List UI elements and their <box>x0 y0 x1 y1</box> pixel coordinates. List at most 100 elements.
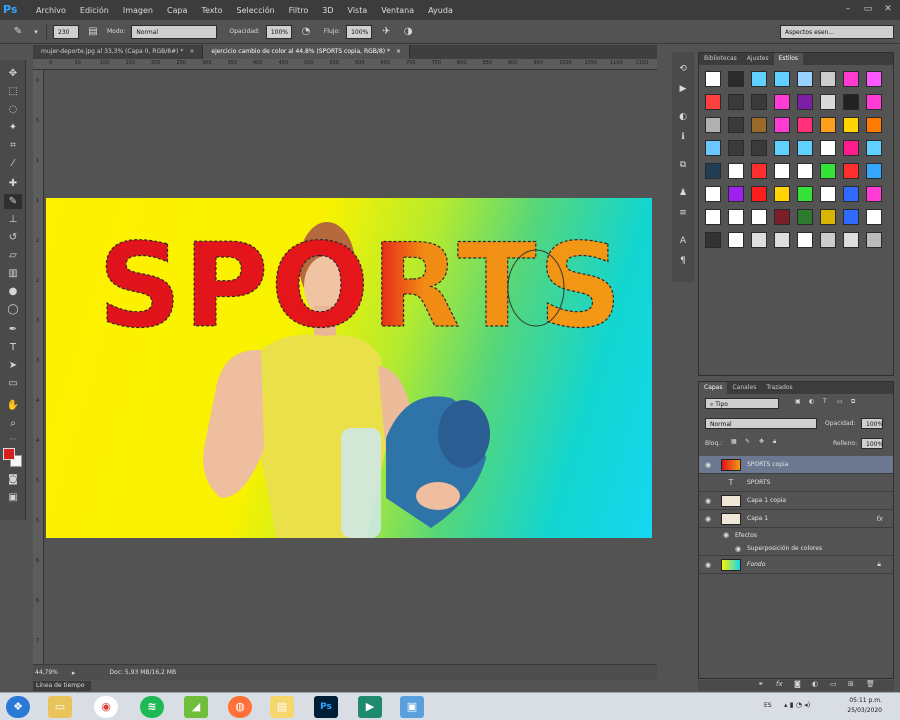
style-swatch[interactable] <box>705 94 721 110</box>
lock-move-icon[interactable]: ✥ <box>759 438 764 445</box>
menu-archivo[interactable]: Archivo <box>29 6 73 15</box>
brush-size-field[interactable]: 230 <box>53 24 79 39</box>
style-swatch[interactable] <box>728 232 744 248</box>
style-swatch[interactable] <box>866 117 882 133</box>
timeline-tab[interactable]: Línea de tiempo <box>33 681 91 691</box>
menu-ventana[interactable]: Ventana <box>374 6 421 15</box>
close-button[interactable]: ✕ <box>880 2 896 16</box>
style-swatch[interactable] <box>797 163 813 179</box>
style-swatch[interactable] <box>843 94 859 110</box>
style-swatch[interactable] <box>728 140 744 156</box>
clock[interactable]: 05:11 p.m. 25/03/2020 <box>847 696 882 716</box>
style-swatch[interactable] <box>774 117 790 133</box>
style-swatch[interactable] <box>728 71 744 87</box>
style-swatch[interactable] <box>705 209 721 225</box>
tab-mujer-deporte[interactable]: mujer-deporte.jpg al 33,3% (Capa 0, RGB/… <box>33 45 204 59</box>
menu-3d[interactable]: 3D <box>315 6 340 15</box>
minimize-button[interactable]: – <box>840 2 856 16</box>
style-swatch[interactable] <box>751 232 767 248</box>
style-swatch[interactable] <box>774 163 790 179</box>
file-explorer-icon[interactable]: ▭ <box>48 696 72 718</box>
layer-effects-row[interactable]: ◉ Efectos <box>699 528 893 542</box>
menu-seleccion[interactable]: Selección <box>230 6 282 15</box>
style-swatch[interactable] <box>820 209 836 225</box>
layer-effect-color-overlay[interactable]: ◉ Superposición de colores <box>699 542 893 556</box>
pressure-size-icon[interactable]: ◑ <box>400 24 416 40</box>
paragraph-icon[interactable]: ¶ <box>676 254 690 268</box>
style-swatch[interactable] <box>843 209 859 225</box>
style-swatch[interactable] <box>705 186 721 202</box>
eyedropper-tool-icon[interactable]: ⁄ <box>4 156 22 171</box>
start-button-icon[interactable]: ❖ <box>6 696 30 718</box>
adjustment-icon[interactable]: ◐ <box>812 680 818 688</box>
menu-edicion[interactable]: Edición <box>73 6 116 15</box>
layer-row-sports-copia[interactable]: ◉ SPORTS copia <box>699 456 893 474</box>
more-tools-icon[interactable]: ⋯ <box>4 432 22 447</box>
pressure-opacity-icon[interactable]: ◔ <box>298 24 314 40</box>
zoom-tool-icon[interactable]: ⌕ <box>4 416 22 431</box>
style-swatch[interactable] <box>866 186 882 202</box>
color-icon[interactable]: ◐ <box>676 110 690 124</box>
properties-icon[interactable]: ≡ <box>676 206 690 220</box>
app-green-icon[interactable]: ◢ <box>184 696 208 718</box>
eye-icon[interactable]: ◉ <box>699 515 717 523</box>
lock-all-icon[interactable]: 🔒︎ <box>773 438 776 446</box>
style-swatch[interactable] <box>843 163 859 179</box>
style-swatch[interactable] <box>843 140 859 156</box>
dodge-tool-icon[interactable]: ◯ <box>4 302 22 317</box>
style-swatch[interactable] <box>705 232 721 248</box>
style-swatch[interactable] <box>866 94 882 110</box>
close-icon[interactable]: × <box>396 45 401 59</box>
menu-imagen[interactable]: Imagen <box>116 6 160 15</box>
menu-ayuda[interactable]: Ayuda <box>421 6 460 15</box>
screen-mode-icon[interactable]: ▣ <box>4 490 22 505</box>
style-swatch[interactable] <box>797 71 813 87</box>
brush-panel-icon[interactable]: ▤ <box>85 24 101 40</box>
fx-badge[interactable]: fx <box>876 515 883 523</box>
path-selection-tool-icon[interactable]: ➤ <box>4 358 22 373</box>
app-blue-icon[interactable]: ▣ <box>400 696 424 718</box>
language-indicator[interactable]: ES <box>764 702 772 709</box>
eye-icon[interactable]: ◉ <box>717 531 735 539</box>
blend-mode-select[interactable]: Normal <box>705 418 817 429</box>
tab-canales[interactable]: Canales <box>727 382 761 394</box>
character-icon[interactable]: A <box>676 234 690 248</box>
trash-icon[interactable]: 🗑︎ <box>866 680 875 688</box>
hand-tool-icon[interactable]: ✋ <box>4 398 22 413</box>
rectangle-tool-icon[interactable]: ▭ <box>4 376 22 391</box>
crop-tool-icon[interactable]: ⌗ <box>4 138 22 153</box>
group-icon[interactable]: ▭ <box>830 680 837 688</box>
style-swatch[interactable] <box>751 163 767 179</box>
style-swatch[interactable] <box>797 140 813 156</box>
actions-icon[interactable]: ▶ <box>676 82 690 96</box>
type-tool-icon[interactable]: T <box>4 340 22 355</box>
style-swatch[interactable] <box>774 186 790 202</box>
style-swatch[interactable] <box>728 94 744 110</box>
photoshop-taskbar-icon[interactable]: Ps <box>314 696 338 718</box>
eye-icon[interactable]: ◉ <box>699 461 717 469</box>
lasso-tool-icon[interactable]: ◌ <box>4 102 22 117</box>
layer-row-sports[interactable]: T SPORTS <box>699 474 893 492</box>
filter-shape-icon[interactable]: ▭ <box>837 398 843 405</box>
clone-stamp-tool-icon[interactable]: ⊥ <box>4 212 22 227</box>
link-icon[interactable]: ⚭ <box>758 680 764 688</box>
tab-trazados[interactable]: Trazados <box>761 382 797 394</box>
tab-ejercicio-cambio-de-color[interactable]: ejercicio cambio de color al 44,8% (SPOR… <box>203 45 411 59</box>
tab-capas[interactable]: Capas <box>699 382 728 394</box>
gradient-tool-icon[interactable]: ▥ <box>4 266 22 281</box>
filter-select[interactable]: ⌕ Tipo <box>705 398 779 409</box>
eye-icon[interactable]: ◉ <box>699 561 717 569</box>
style-swatch[interactable] <box>820 94 836 110</box>
mode-select[interactable]: Normal <box>131 24 218 39</box>
style-swatch[interactable] <box>774 140 790 156</box>
lock-paint-icon[interactable]: ✎ <box>745 438 750 445</box>
style-swatch[interactable] <box>843 71 859 87</box>
brush-tool-icon[interactable]: ✎ <box>10 24 26 40</box>
tab-bibliotecas[interactable]: Bibliotecas <box>699 53 742 65</box>
filter-adjust-icon[interactable]: ◐ <box>809 398 814 405</box>
foreground-color-swatch[interactable] <box>3 448 15 460</box>
style-swatch[interactable] <box>774 232 790 248</box>
style-swatch[interactable] <box>843 232 859 248</box>
style-swatch[interactable] <box>728 163 744 179</box>
layer-row-capa-1-copia[interactable]: ◉ Capa 1 copia <box>699 492 893 510</box>
